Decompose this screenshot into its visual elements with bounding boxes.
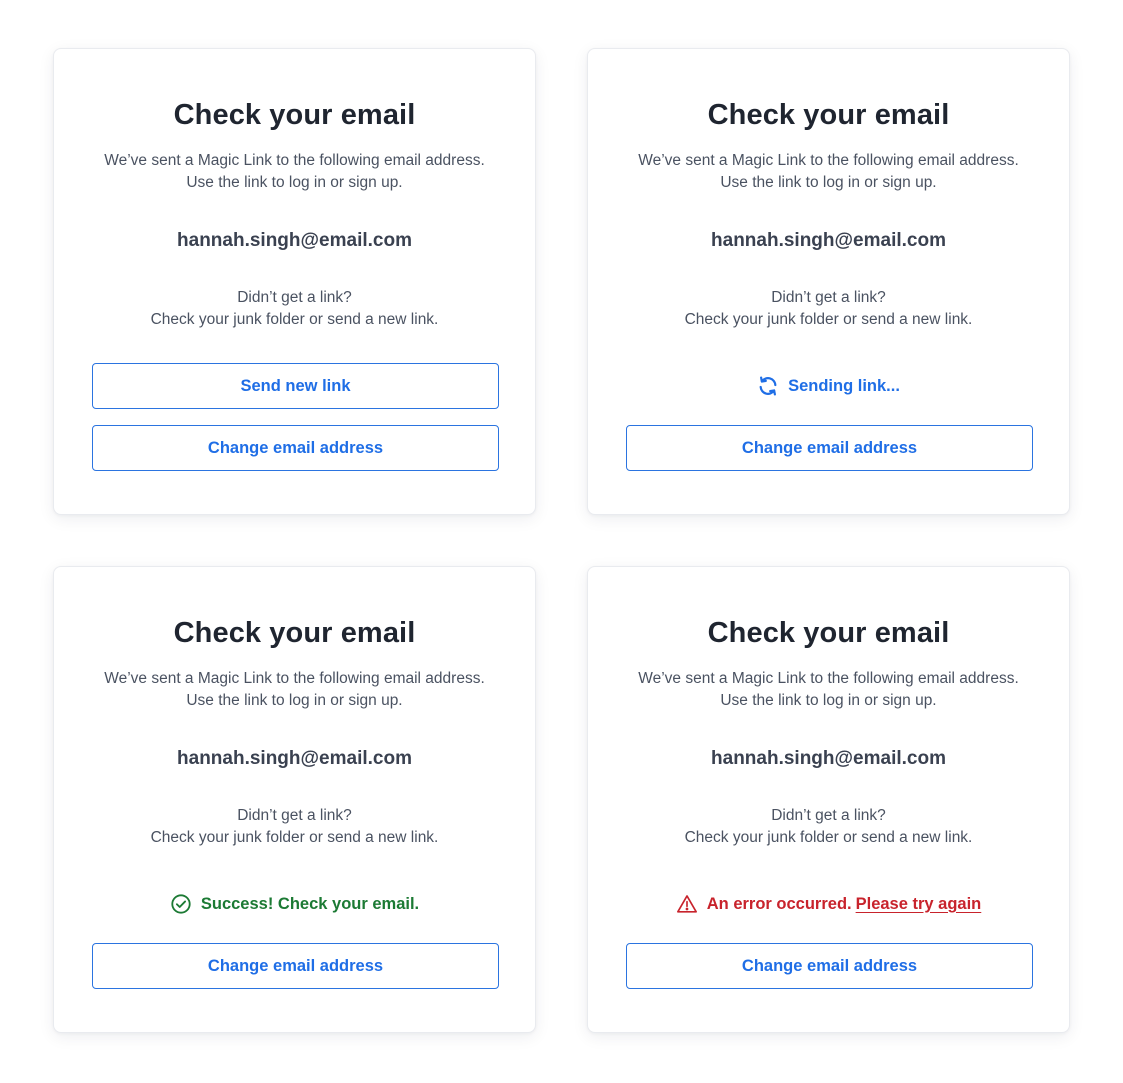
change-email-button[interactable]: Change email address: [92, 943, 499, 989]
email-address: hannah.singh@email.com: [711, 748, 946, 769]
help-line: Didn’t get a link?: [771, 289, 886, 306]
help-line: Check your junk folder or send a new lin…: [150, 311, 439, 328]
description-line: Use the link to log in or sign up.: [720, 174, 937, 191]
description-line: We’ve sent a Magic Link to the following…: [638, 152, 1019, 169]
description-line: We’ve sent a Magic Link to the following…: [104, 670, 485, 687]
help-line: Didn’t get a link?: [771, 807, 886, 824]
check-circle-icon: [170, 893, 192, 915]
warning-triangle-icon: [676, 893, 698, 915]
description-line: Use the link to log in or sign up.: [720, 692, 937, 709]
refresh-icon: [757, 375, 779, 397]
error-status: An error occurred. Please try again: [588, 893, 1069, 915]
help-line: Check your junk folder or send a new lin…: [684, 311, 973, 328]
change-email-button[interactable]: Change email address: [92, 425, 499, 471]
page-title: Check your email: [173, 617, 416, 649]
sending-status: Sending link...: [588, 375, 1069, 397]
magic-link-card-error: Check your email We’ve sent a Magic Link…: [587, 566, 1070, 1033]
help-line: Check your junk folder or send a new lin…: [684, 829, 973, 846]
send-new-link-button[interactable]: Send new link: [92, 363, 499, 409]
help-line: Didn’t get a link?: [237, 807, 352, 824]
page-title: Check your email: [707, 99, 950, 131]
help-line: Check your junk folder or send a new lin…: [150, 829, 439, 846]
description: We’ve sent a Magic Link to the following…: [54, 150, 535, 194]
help-line: Didn’t get a link?: [237, 289, 352, 306]
help-text: Didn’t get a link? Check your junk folde…: [54, 805, 535, 849]
status-text: An error occurred.: [706, 894, 852, 913]
description-line: We’ve sent a Magic Link to the following…: [104, 152, 485, 169]
magic-link-card-sending: Check your email We’ve sent a Magic Link…: [587, 48, 1070, 515]
success-status: Success! Check your email.: [54, 893, 535, 915]
magic-link-card-default: Check your email We’ve sent a Magic Link…: [53, 48, 536, 515]
description: We’ve sent a Magic Link to the following…: [588, 668, 1069, 712]
page-title: Check your email: [707, 617, 950, 649]
try-again-link[interactable]: Please try again: [856, 895, 982, 914]
status-text: Success! Check your email.: [200, 894, 420, 913]
description-line: Use the link to log in or sign up.: [186, 692, 403, 709]
description: We’ve sent a Magic Link to the following…: [588, 150, 1069, 194]
description-line: Use the link to log in or sign up.: [186, 174, 403, 191]
help-text: Didn’t get a link? Check your junk folde…: [588, 287, 1069, 331]
change-email-button[interactable]: Change email address: [626, 425, 1033, 471]
help-text: Didn’t get a link? Check your junk folde…: [588, 805, 1069, 849]
email-address: hannah.singh@email.com: [711, 230, 946, 251]
email-address: hannah.singh@email.com: [177, 230, 412, 251]
page-title: Check your email: [173, 99, 416, 131]
status-text: Sending link...: [788, 376, 900, 395]
help-text: Didn’t get a link? Check your junk folde…: [54, 287, 535, 331]
description-line: We’ve sent a Magic Link to the following…: [638, 670, 1019, 687]
change-email-button[interactable]: Change email address: [626, 943, 1033, 989]
email-address: hannah.singh@email.com: [177, 748, 412, 769]
magic-link-card-success: Check your email We’ve sent a Magic Link…: [53, 566, 536, 1033]
description: We’ve sent a Magic Link to the following…: [54, 668, 535, 712]
